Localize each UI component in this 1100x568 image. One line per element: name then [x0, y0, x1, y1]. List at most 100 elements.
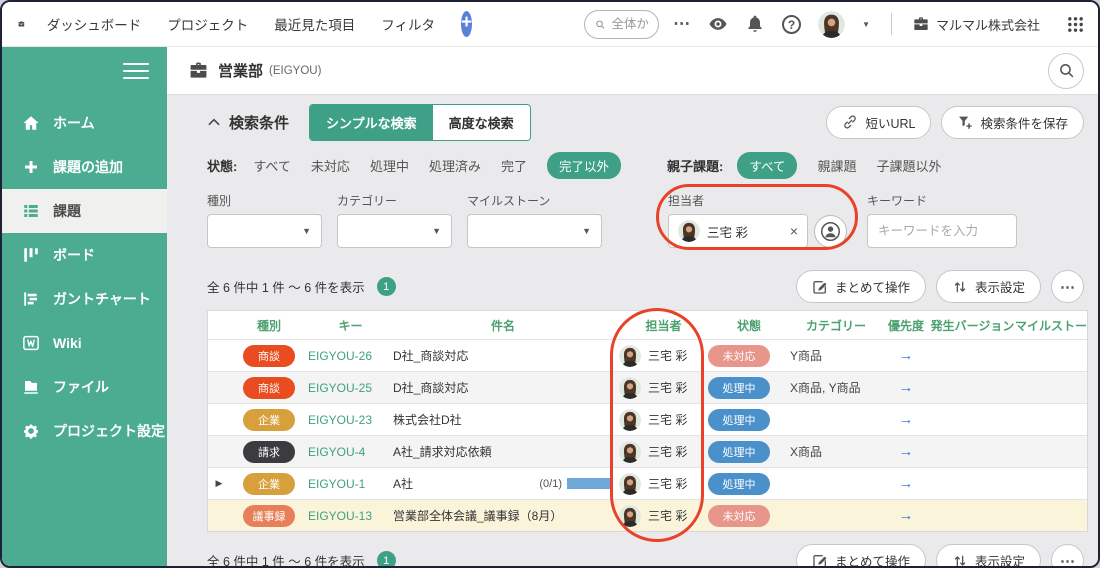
table-row[interactable]: 商談 EIGYOU-25 D社_商談対応 三宅 彩 処理中 X商品, Y商品 → [208, 371, 1087, 403]
table-row[interactable]: 議事録 EIGYOU-13 営業部全体会議_議事録（8月） 三宅 彩 未対応 → [208, 499, 1087, 531]
priority-normal-icon: → [898, 411, 914, 428]
expand-row-icon[interactable]: ▶ [208, 478, 230, 489]
notification-bell-icon[interactable] [745, 14, 765, 34]
issue-key-link[interactable]: EIGYOU-26 [308, 349, 372, 363]
milestone-filter-select[interactable]: ▼ [467, 214, 602, 248]
sidebar-collapse-icon[interactable] [123, 63, 149, 79]
col-header-key[interactable]: キー [308, 317, 393, 334]
bulk-operation-button[interactable]: まとめて操作 [795, 270, 926, 303]
status-badge: 処理中 [708, 472, 770, 495]
user-menu-caret-icon[interactable]: ▼ [862, 20, 870, 29]
bulk-operation-button[interactable]: まとめて操作 [795, 544, 926, 566]
sidebar-item-files[interactable]: ファイル [2, 365, 167, 409]
status-option-resolved[interactable]: 処理済み [429, 156, 481, 175]
org-briefcase-icon [914, 17, 928, 30]
more-options-button[interactable]: ⋯ [1051, 544, 1084, 566]
page-number-badge[interactable]: 1 [376, 277, 396, 296]
nav-filters[interactable]: フィルタ [381, 14, 435, 34]
display-settings-button[interactable]: 表示設定 [935, 544, 1041, 566]
issue-subject-link[interactable]: D社_商談対応 [393, 379, 468, 396]
status-option-in-progress[interactable]: 処理中 [370, 156, 409, 175]
sidebar-item-board[interactable]: ボード [2, 233, 167, 277]
table-row[interactable]: 請求 EIGYOU-4 A社_請求対応依頼 三宅 彩 処理中 X商品 → [208, 435, 1087, 467]
sidebar-item-home[interactable]: ホーム [2, 101, 167, 145]
issue-subject-link[interactable]: A社 [393, 475, 413, 492]
gantt-chart-icon [24, 292, 37, 306]
search-icon [596, 20, 605, 29]
result-count-text: 全 6 件中 1 件 ～ 6 件を表示 [207, 555, 365, 568]
edit-pencil-icon [813, 280, 827, 294]
status-badge: 処理中 [708, 408, 770, 431]
short-url-button[interactable]: 短いURL [826, 105, 932, 139]
status-option-all[interactable]: すべて [253, 156, 291, 175]
gear-icon [23, 424, 39, 439]
nav-projects[interactable]: プロジェクト [167, 14, 248, 34]
more-options-button[interactable]: ⋯ [1051, 270, 1084, 303]
col-header-status[interactable]: 状態 [708, 317, 790, 334]
table-row[interactable]: 商談 EIGYOU-26 D社_商談対応 三宅 彩 未対応 Y商品 → [208, 339, 1087, 371]
issue-key-link[interactable]: EIGYOU-25 [308, 381, 372, 395]
col-header-category[interactable]: カテゴリー [790, 317, 882, 334]
issue-key-link[interactable]: EIGYOU-4 [308, 445, 365, 459]
search-conditions-title: 検索条件 [229, 114, 290, 132]
category-filter-select[interactable]: ▼ [337, 214, 452, 248]
display-settings-button[interactable]: 表示設定 [935, 270, 1041, 303]
issue-subject-link[interactable]: 営業部全体会議_議事録（8月） [393, 507, 562, 524]
org-switcher[interactable]: マルマル株式会社 [913, 15, 1040, 34]
briefcase-icon[interactable] [18, 14, 25, 34]
status-option-open[interactable]: 未対応 [311, 156, 350, 175]
clear-assignee-icon[interactable]: × [790, 223, 798, 239]
issue-subject-link[interactable]: D社_商談対応 [393, 347, 468, 364]
col-header-milestone[interactable]: マイルストー [1015, 317, 1089, 334]
assignee-filter-chip[interactable]: 三宅 彩 × [668, 214, 808, 248]
parent-child-option-parent[interactable]: 親課題 [817, 156, 856, 175]
issue-subject-link[interactable]: 株式会社D社 [393, 411, 462, 428]
issue-key-link[interactable]: EIGYOU-13 [308, 509, 372, 523]
user-avatar[interactable] [818, 11, 845, 38]
issue-search-button[interactable] [1048, 52, 1084, 89]
tab-simple-search[interactable]: シンプルな検索 [310, 104, 433, 140]
col-header-subject[interactable]: 件名 [393, 317, 613, 334]
issue-subject-link[interactable]: A社_請求対応依頼 [393, 443, 492, 460]
tab-advanced-search[interactable]: 高度な検索 [432, 104, 530, 140]
parent-child-option-all-selected[interactable]: すべて [737, 152, 798, 179]
assign-to-me-button[interactable] [814, 214, 847, 248]
org-name: マルマル株式会社 [935, 17, 1040, 33]
status-option-closed[interactable]: 完了 [501, 156, 527, 175]
col-header-priority[interactable]: 優先度 [882, 317, 930, 334]
nav-dashboard[interactable]: ダッシュボード [47, 14, 142, 34]
milestone-filter-label: マイルストーン [467, 194, 551, 208]
save-search-conditions-button[interactable]: 検索条件を保存 [941, 105, 1084, 139]
issue-key-link[interactable]: EIGYOU-1 [308, 477, 365, 491]
global-search-box[interactable] [584, 9, 660, 39]
topbar-more-icon[interactable]: ⋯ [673, 14, 691, 34]
global-add-button[interactable]: + [461, 11, 473, 37]
status-option-not-closed-selected[interactable]: 完了以外 [546, 152, 621, 179]
page-number-badge[interactable]: 1 [376, 551, 396, 566]
sidebar-item-wiki[interactable]: Wiki [2, 321, 167, 365]
status-label: 状態: [207, 159, 238, 174]
apps-grid-icon[interactable] [1067, 16, 1084, 33]
sidebar-item-label: ファイル [53, 379, 109, 395]
parent-child-option-non-child[interactable]: 子課題以外 [877, 156, 942, 175]
col-header-type[interactable]: 種別 [230, 317, 308, 334]
type-filter-select[interactable]: ▼ [207, 214, 322, 248]
global-search-input[interactable] [611, 17, 649, 31]
project-key: (EIGYOU) [269, 64, 322, 77]
help-icon[interactable]: ? [782, 14, 802, 34]
table-header-row: 種別 キー 件名 担当者 状態 カテゴリー 優先度 発生バージョン マイルストー [208, 311, 1087, 339]
sidebar-item-issues[interactable]: 課題 [2, 189, 167, 233]
issue-key-link[interactable]: EIGYOU-23 [308, 413, 372, 427]
keyword-filter-label: キーワード [867, 194, 928, 208]
keyword-input[interactable] [867, 214, 1017, 248]
table-row[interactable]: 企業 EIGYOU-23 株式会社D社 三宅 彩 処理中 → [208, 403, 1087, 435]
sidebar-item-project-settings[interactable]: プロジェクト設定 [2, 409, 167, 453]
table-row[interactable]: ▶ 企業 EIGYOU-1 A社 (0/1) 三宅 彩 処理中 → [208, 467, 1087, 499]
watch-eye-icon[interactable] [708, 14, 728, 34]
col-header-assignee[interactable]: 担当者 [613, 317, 708, 334]
nav-recently-viewed[interactable]: 最近見た項目 [274, 14, 355, 34]
sidebar-item-add-issue[interactable]: 課題の追加 [2, 145, 167, 189]
sidebar-item-gantt[interactable]: ガントチャート [2, 277, 167, 321]
collapse-chevron-icon[interactable] [207, 115, 221, 129]
col-header-version[interactable]: 発生バージョン [930, 317, 1015, 334]
